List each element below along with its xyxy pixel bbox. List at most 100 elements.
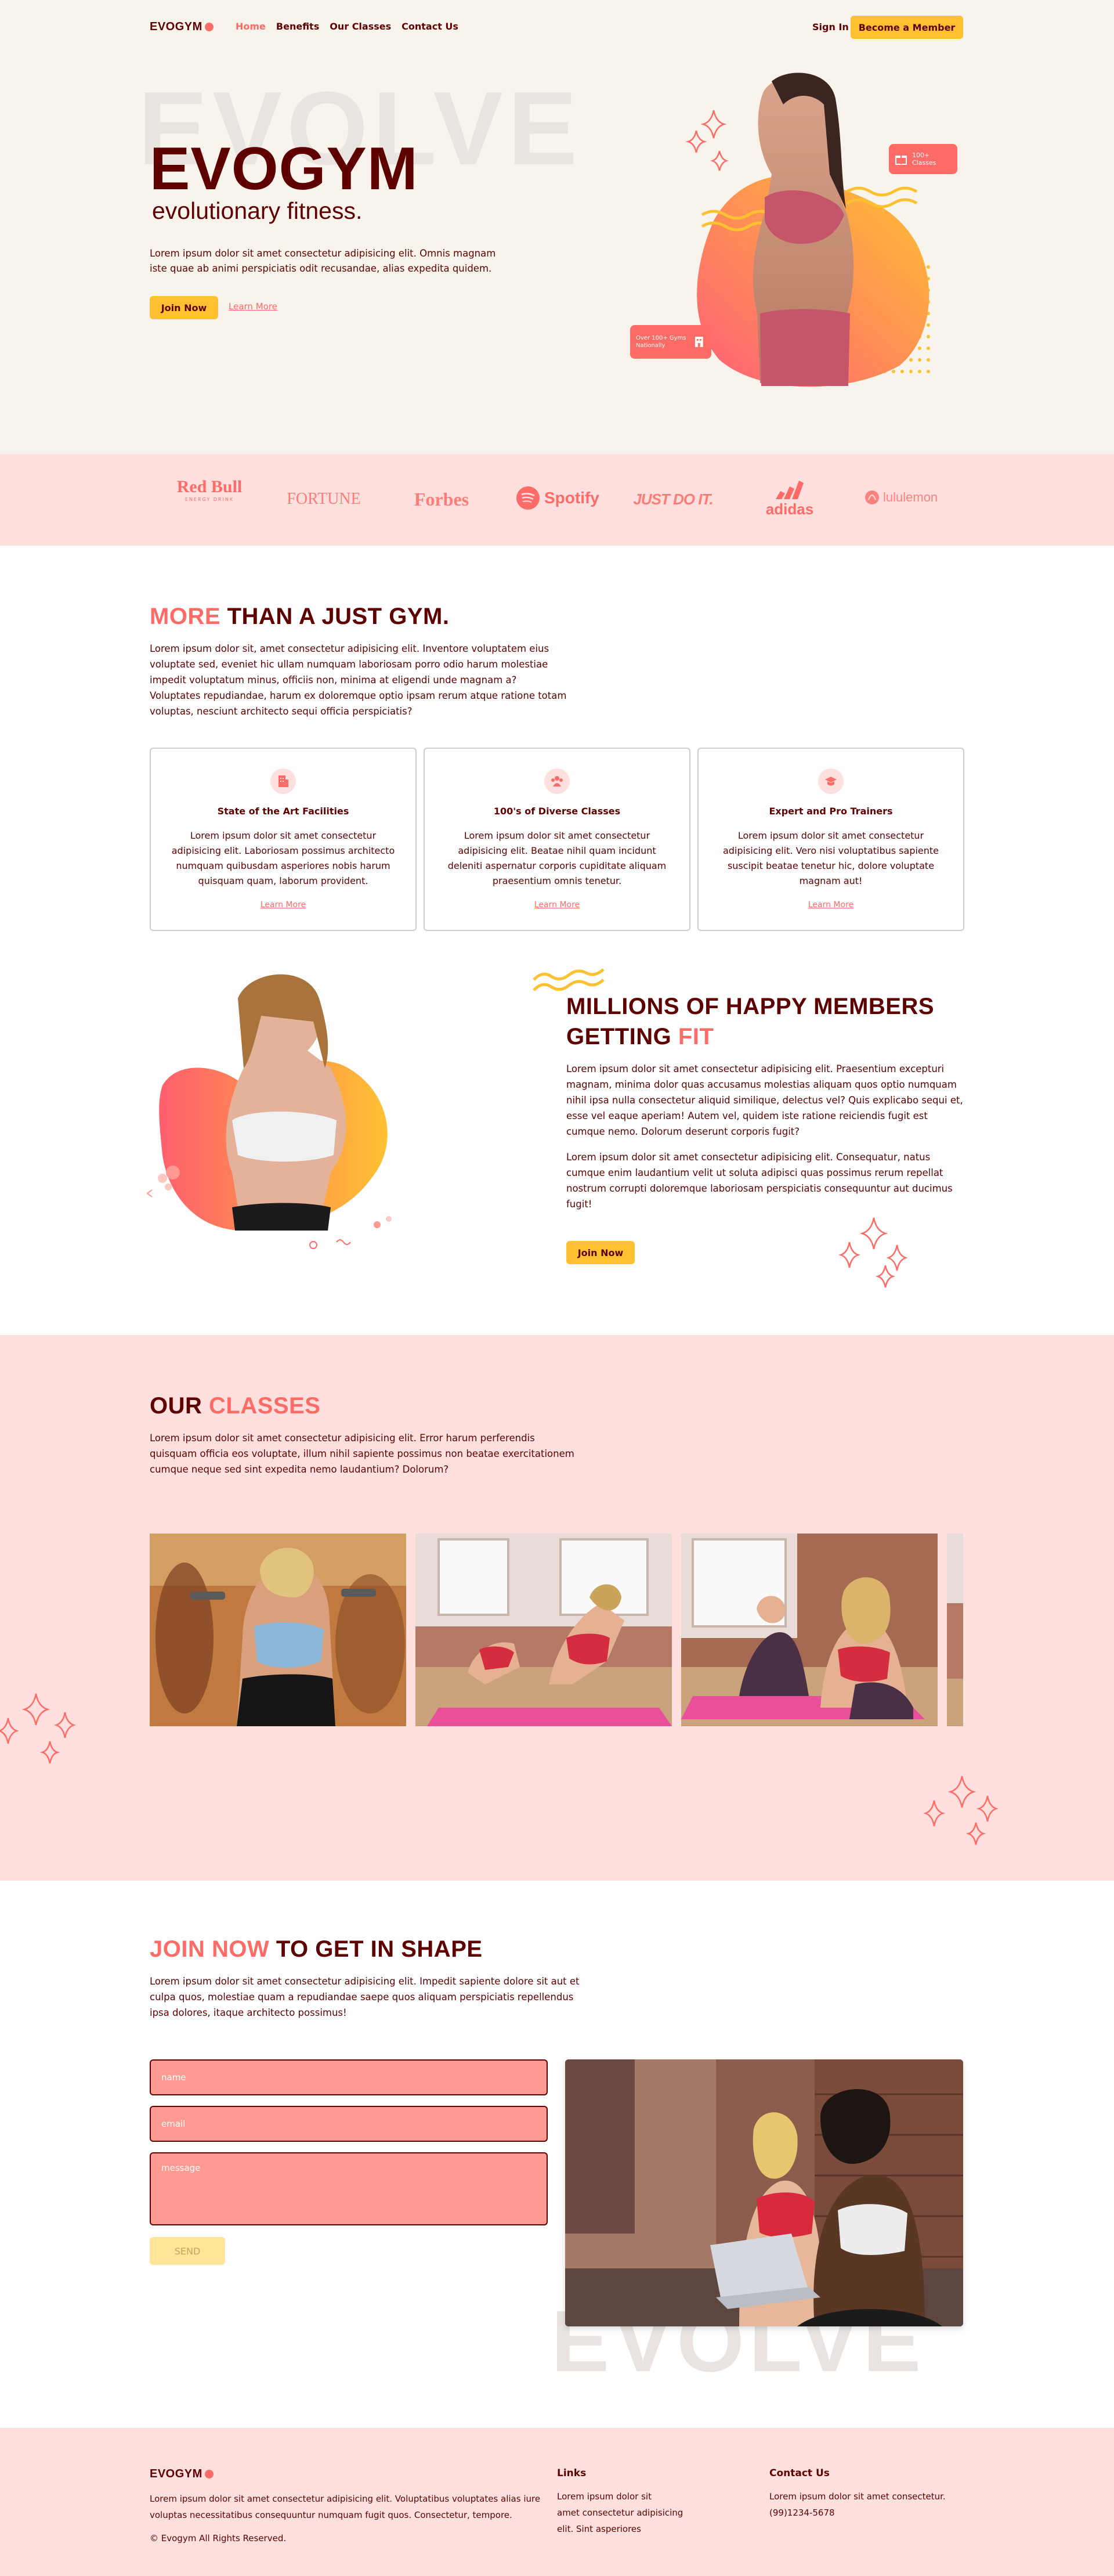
dumbbell-class-photo	[150, 1534, 406, 1726]
hero-title: EVOGYM	[150, 135, 418, 203]
nav-link-contact-us[interactable]: Contact Us	[402, 21, 458, 32]
benefit-card-learn-more[interactable]: Learn More	[261, 900, 306, 910]
hero-subtitle: evolutionary fitness.	[152, 197, 363, 224]
members-title-line1: MILLIONS OF HAPPY MEMBERS	[566, 994, 935, 1019]
members-title: MILLIONS OF HAPPY MEMBERS GETTING FIT	[566, 991, 934, 1052]
hero-section: EVOLVE EVOGYM evolutionary fitness. Lore…	[0, 0, 1114, 454]
contact-description: Lorem ipsum dolor sit amet consectetur a…	[150, 1976, 580, 2018]
classes-title-text: OUR	[150, 1393, 209, 1419]
user-group-icon	[544, 769, 570, 794]
hero-graphic: 100+ Classes Over 100+ Gyms Nationally	[627, 70, 963, 418]
sponsor-adidas: adidas	[758, 478, 822, 517]
stretching-class-photo	[681, 1534, 938, 1726]
class-image[interactable]	[947, 1534, 963, 1726]
members-paragraph-2: Lorem ipsum dolor sit amet consectetur a…	[566, 1152, 953, 1210]
logo-text: EVOGYM	[150, 20, 202, 33]
footer-phone: (99)1234-5678	[769, 2508, 835, 2518]
benefit-card: Expert and Pro Trainers Lorem ipsum dolo…	[697, 748, 964, 931]
sponsor-redbull-text: Red Bull	[176, 477, 243, 496]
sponsor-lululemon-text: lululemon	[883, 490, 938, 504]
classes-description: Lorem ipsum dolor sit amet consectetur a…	[150, 1433, 574, 1475]
benefit-card-learn-more[interactable]: Learn More	[534, 900, 580, 910]
hero-woman-illustration	[685, 73, 930, 387]
benefit-card-text: Lorem ipsum dolor sit amet consectetur a…	[171, 830, 395, 886]
contact-title-accent: JOIN NOW	[150, 1936, 270, 1962]
members-graphic	[145, 952, 418, 1254]
message-field[interactable]: message	[150, 2152, 548, 2225]
benefit-card-learn-more[interactable]: Learn More	[808, 900, 853, 910]
footer-logo[interactable]: EVOGYM	[150, 2467, 214, 2481]
benefits-description: Lorem ipsum dolor sit, amet consectetur …	[150, 643, 567, 717]
gift-icon	[895, 156, 907, 165]
classes-badge: 100+ Classes	[889, 144, 957, 174]
sparkles-icon	[923, 1776, 999, 1845]
classes-title-accent: CLASSES	[209, 1393, 321, 1419]
building-icon	[270, 769, 296, 794]
send-button[interactable]: SEND	[150, 2237, 225, 2265]
benefit-card-title: State of the Art Facilities	[217, 806, 349, 817]
benefits-title: MORE THAN A JUST GYM.	[150, 604, 449, 630]
footer-link[interactable]: elit. Sint asperiores	[557, 2521, 683, 2537]
footer-links: Lorem ipsum dolor sit amet consectetur a…	[557, 2488, 683, 2537]
sponsors-bar: Red Bull ENERGY DRINK FORTUNE Forbes Spo…	[0, 454, 1114, 546]
footer-links-title: Links	[557, 2467, 587, 2479]
sponsor-adidas-text: adidas	[765, 500, 814, 518]
email-field[interactable]: email	[150, 2106, 548, 2142]
name-field[interactable]: name	[150, 2059, 548, 2095]
nav-link-benefits[interactable]: Benefits	[276, 21, 319, 32]
benefits-title-rest: THAN A JUST GYM.	[220, 604, 450, 629]
contact-title-rest: TO GET IN SHAPE	[269, 1936, 483, 1962]
nav-link-home[interactable]: Home	[236, 21, 266, 32]
footer: EVOGYM Lorem ipsum dolor sit amet consec…	[0, 2428, 1114, 2576]
class-image[interactable]	[681, 1534, 938, 1726]
sparkles-icon	[0, 1693, 76, 1764]
benefits-section: MORE THAN A JUST GYM. Lorem ipsum dolor …	[0, 546, 1114, 1335]
hero-description: Lorem ipsum dolor sit amet consectetur a…	[150, 248, 496, 274]
nav-link-our-classes[interactable]: Our Classes	[330, 21, 391, 32]
benefits-title-accent: MORE	[150, 604, 220, 629]
spotify-icon	[516, 486, 540, 510]
classes-badge-text: 100+ Classes	[912, 151, 936, 167]
class-image[interactable]	[150, 1534, 406, 1726]
footer-copyright: © Evogym All Rights Reserved.	[150, 2533, 287, 2543]
benefit-card: 100's of Diverse Classes Lorem ipsum dol…	[424, 748, 690, 931]
classes-title: OUR CLASSES	[150, 1393, 320, 1419]
class-image[interactable]	[415, 1534, 672, 1726]
footer-link[interactable]: Lorem ipsum dolor sit	[557, 2488, 683, 2505]
sponsor-redbull: Red Bull ENERGY DRINK	[172, 477, 247, 502]
logo-dot	[204, 2470, 214, 2478]
members-title-line2: GETTING	[566, 1024, 678, 1049]
contact-image	[565, 2059, 963, 2326]
members-join-button[interactable]: Join Now	[566, 1241, 635, 1264]
women-laptop-photo	[565, 2059, 963, 2326]
become-member-button[interactable]: Become a Member	[851, 16, 963, 39]
footer-contact-title: Contact Us	[769, 2467, 830, 2479]
sponsor-nike: JUST DO IT.	[633, 490, 713, 508]
members-title-accent: FIT	[678, 1024, 714, 1049]
sponsor-redbull-sub: ENERGY DRINK	[185, 497, 234, 502]
sponsor-fortune: FORTUNE	[287, 490, 361, 508]
contact-section: JOIN NOW TO GET IN SHAPE Lorem ipsum dol…	[0, 1881, 1114, 2428]
sponsor-spotify: Spotify	[516, 486, 599, 510]
academic-cap-icon	[818, 769, 844, 794]
benefit-card-text: Lorem ipsum dolor sit amet consectetur a…	[447, 830, 667, 886]
benefit-card-title: Expert and Pro Trainers	[769, 806, 893, 817]
contact-title: JOIN NOW TO GET IN SHAPE	[150, 1936, 483, 1962]
sign-in-link[interactable]: Sign In	[812, 21, 849, 33]
building-icon	[695, 337, 704, 347]
benefit-card: State of the Art Facilities Lorem ipsum …	[150, 748, 417, 931]
nav-links: Home Benefits Our Classes Contact Us	[236, 21, 458, 32]
sponsor-lululemon: lululemon	[865, 490, 938, 505]
sponsor-forbes: Forbes	[414, 488, 469, 510]
class-photo-partial	[947, 1534, 963, 1726]
footer-contact-text: Lorem ipsum dolor sit amet consectetur.	[769, 2491, 946, 2502]
gyms-badge: Over 100+ Gyms Nationally	[630, 325, 711, 359]
footer-link[interactable]: amet consectetur adipisicing	[557, 2505, 683, 2521]
adidas-stripes-icon	[776, 481, 804, 499]
top-navigation: EVOGYM Home Benefits Our Classes Contact…	[0, 0, 1114, 55]
footer-description: Lorem ipsum dolor sit amet consectetur a…	[150, 2494, 541, 2520]
hero-learn-more-link[interactable]: Learn More	[229, 301, 277, 312]
sponsor-spotify-text: Spotify	[544, 489, 599, 507]
logo[interactable]: EVOGYM	[150, 20, 214, 34]
hero-join-button[interactable]: Join Now	[150, 296, 218, 319]
